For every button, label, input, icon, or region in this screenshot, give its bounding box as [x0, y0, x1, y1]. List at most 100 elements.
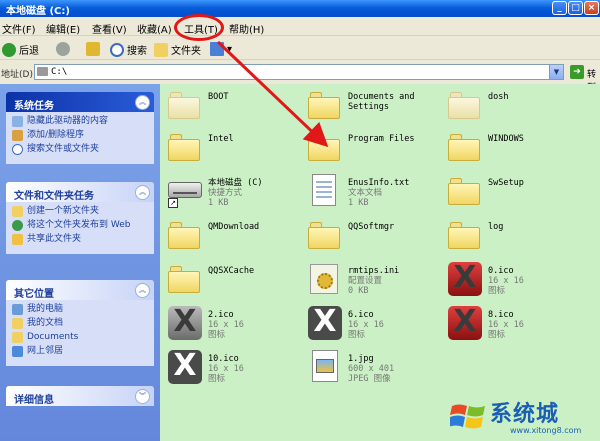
folder-icon	[168, 222, 200, 250]
close-button[interactable]: ×	[584, 1, 599, 15]
views-button[interactable]: ▾	[210, 42, 232, 56]
file-dims: 16 x 16	[208, 320, 244, 330]
documents-folder-icon	[12, 318, 23, 329]
file-type: JPEG 图像	[348, 374, 391, 384]
search-icon	[110, 42, 124, 57]
task-label: 搜索文件或文件夹	[27, 144, 100, 154]
task-search[interactable]: 搜索文件或文件夹	[12, 144, 148, 155]
file-name: QQSXCache	[208, 266, 255, 276]
minimize-button[interactable]: _	[552, 1, 567, 15]
file-item-program-files[interactable]: Program Files	[304, 128, 444, 170]
file-item-6-ico[interactable]: X 6.ico 16 x 16 图标	[304, 304, 444, 346]
place-label: 我的文档	[27, 318, 64, 328]
file-type: 文本文档	[348, 188, 383, 198]
menu-favorites[interactable]: 收藏(A)	[137, 21, 172, 36]
file-name: 6.ico	[348, 310, 374, 320]
file-type: 配置设置	[348, 276, 383, 286]
place-documents[interactable]: Documents	[12, 332, 148, 343]
file-name: WINDOWS	[488, 134, 524, 144]
search-icon	[12, 144, 23, 155]
file-name: Program Files	[348, 134, 415, 144]
menu-edit[interactable]: 编辑(E)	[46, 21, 80, 36]
file-item-drive-shortcut[interactable]: ↗ 本地磁盘 (C) 快捷方式 1 KB	[164, 172, 304, 214]
expand-icon[interactable]: ︾	[135, 389, 150, 404]
task-hide-drive[interactable]: 隐藏此驱动器的内容	[12, 116, 148, 127]
task-add-remove[interactable]: 添加/删除程序	[12, 130, 148, 141]
file-size: 1 KB	[208, 198, 229, 208]
panel-title: 详细信息	[14, 395, 54, 406]
file-item-1-jpg[interactable]: 1.jpg 600 x 401 JPEG 图像	[304, 348, 444, 390]
task-publish-web[interactable]: 将这个文件夹发布到 Web	[12, 220, 148, 231]
folder-icon	[168, 92, 200, 120]
file-name: log	[488, 222, 504, 232]
file-item-qmdownload[interactable]: QMDownload	[164, 216, 304, 258]
new-folder-icon	[12, 206, 23, 217]
task-pane: 系统任务 ︽ 隐藏此驱动器的内容 添加/删除程序 搜索文件或文件夹 文件和文件夹…	[0, 84, 160, 441]
file-item-windows[interactable]: WINDOWS	[444, 128, 584, 170]
folders-button[interactable]: 文件夹	[154, 42, 201, 57]
panel-header[interactable]: 系统任务 ︽	[6, 92, 154, 112]
file-dims: 16 x 16	[488, 320, 524, 330]
folder-icon	[308, 222, 340, 250]
file-dims: 16 x 16	[208, 364, 244, 374]
task-label: 将这个文件夹发布到 Web	[27, 220, 131, 230]
folder-icon	[448, 134, 480, 162]
task-share-folder[interactable]: 共享此文件夹	[12, 234, 148, 245]
forward-arrow-icon	[56, 42, 70, 56]
address-input[interactable]: C:\ ▼	[34, 64, 564, 80]
file-item-swsetup[interactable]: SwSetup	[444, 172, 584, 214]
file-type: 图标	[488, 330, 506, 340]
file-item-0-ico[interactable]: X 0.ico 16 x 16 图标	[444, 260, 584, 302]
place-my-computer[interactable]: 我的电脑	[12, 304, 148, 315]
place-label: 网上邻居	[27, 346, 64, 356]
file-item-log[interactable]: log	[444, 216, 584, 258]
file-name: rmtips.ini	[348, 266, 400, 276]
file-item-qqsoftmgr[interactable]: QQSoftmgr	[304, 216, 444, 258]
file-item-qqsxcache[interactable]: QQSXCache	[164, 260, 304, 302]
menu-file[interactable]: 文件(F)	[2, 21, 36, 36]
collapse-icon[interactable]: ︽	[135, 185, 150, 200]
file-item-enusinfo[interactable]: EnusInfo.txt 文本文档 1 KB	[304, 172, 444, 214]
menu-view[interactable]: 查看(V)	[92, 21, 127, 36]
x-app-icon: X	[168, 348, 202, 384]
place-my-documents[interactable]: 我的文档	[12, 318, 148, 329]
go-arrow-icon[interactable]: ➔	[570, 65, 584, 79]
panel-header[interactable]: 文件和文件夹任务 ︽	[6, 182, 154, 202]
folder-icon	[448, 178, 480, 206]
folders-label: 文件夹	[171, 46, 201, 57]
file-dims: 16 x 16	[488, 276, 524, 286]
menu-help[interactable]: 帮助(H)	[229, 21, 264, 36]
image-file-icon	[312, 350, 338, 382]
file-item-rmtips[interactable]: rmtips.ini 配置设置 0 KB	[304, 260, 444, 302]
file-item-2-ico[interactable]: X 2.ico 16 x 16 图标	[164, 304, 304, 346]
task-label: 隐藏此驱动器的内容	[27, 116, 109, 126]
hide-icon	[12, 116, 23, 127]
file-item-8-ico[interactable]: X 8.ico 16 x 16 图标	[444, 304, 584, 346]
address-dropdown-icon[interactable]: ▼	[549, 65, 563, 79]
file-item-intel[interactable]: Intel	[164, 128, 304, 170]
forward-button[interactable]	[56, 42, 70, 56]
place-label: 我的电脑	[27, 304, 64, 314]
file-item-dosh[interactable]: dosh	[444, 86, 584, 128]
file-name: dosh	[488, 92, 509, 102]
panel-header[interactable]: 其它位置 ︽	[6, 280, 154, 300]
task-new-folder[interactable]: 创建一个新文件夹	[12, 206, 148, 217]
views-icon	[210, 42, 224, 56]
panel-header[interactable]: 详细信息 ︾	[6, 386, 154, 406]
file-size: 1 KB	[348, 198, 369, 208]
toolbar: 后退 搜索 文件夹 ▾	[0, 37, 600, 60]
task-label: 添加/删除程序	[27, 130, 85, 140]
file-item-documents-settings[interactable]: Documents and Settings	[304, 86, 444, 128]
maximize-button[interactable]: □	[568, 1, 583, 15]
file-item-boot[interactable]: BOOT	[164, 86, 304, 128]
place-network[interactable]: 网上邻居	[12, 346, 148, 357]
file-name: Documents and	[348, 92, 415, 102]
search-label: 搜索	[127, 46, 147, 57]
collapse-icon[interactable]: ︽	[135, 283, 150, 298]
up-folder-button[interactable]	[86, 42, 100, 56]
back-button[interactable]: 后退	[2, 42, 39, 57]
file-item-10-ico[interactable]: X 10.ico 16 x 16 图标	[164, 348, 304, 390]
file-name: EnusInfo.txt	[348, 178, 410, 188]
collapse-icon[interactable]: ︽	[135, 95, 150, 110]
search-button[interactable]: 搜索	[110, 42, 147, 57]
